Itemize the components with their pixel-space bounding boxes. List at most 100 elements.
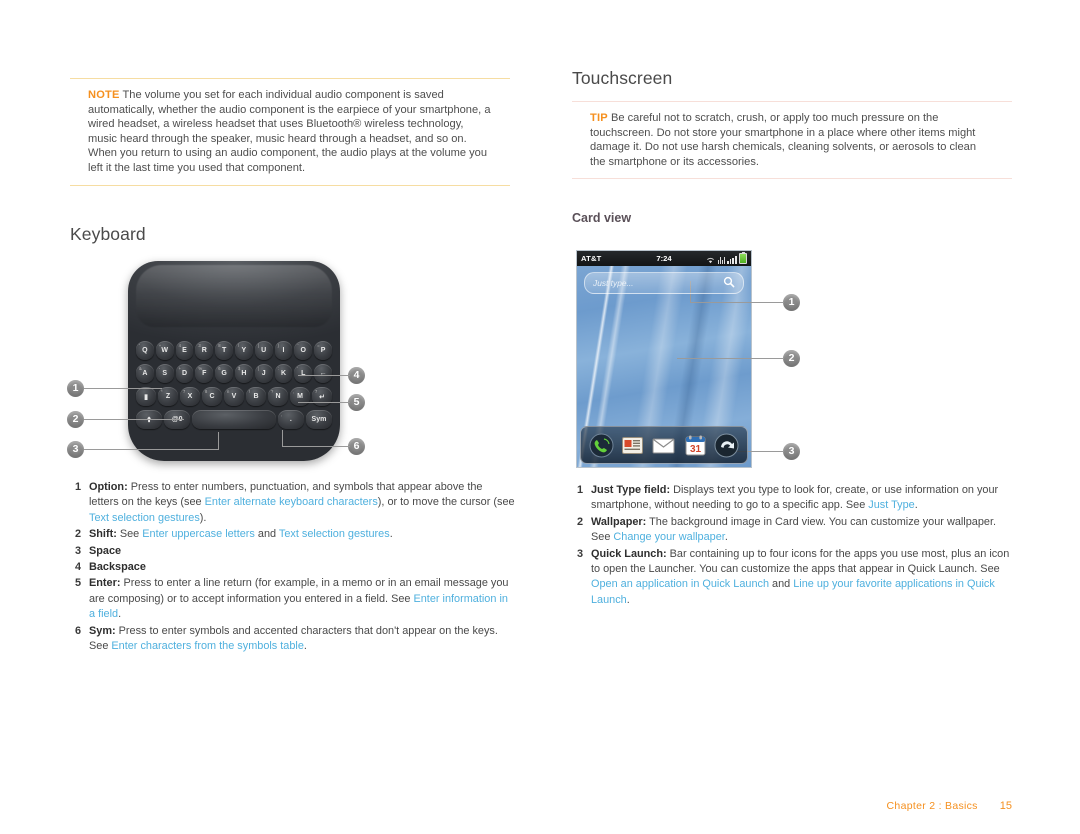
legend-item-text: Option: Press to enter numbers, punctuat… bbox=[89, 480, 515, 526]
email-icon[interactable] bbox=[651, 433, 676, 458]
cross-reference-link[interactable]: Text selection gestures bbox=[279, 528, 390, 540]
calendar-icon[interactable]: 31 bbox=[683, 433, 708, 458]
section-title-touchscreen: Touchscreen bbox=[572, 68, 673, 88]
key-label: N bbox=[275, 393, 281, 400]
legend-item-body: ), or to move the cursor (see bbox=[377, 496, 515, 509]
keyboard-key: 8T bbox=[215, 341, 233, 360]
key-alt-label: 7 bbox=[315, 388, 318, 394]
key-label: U bbox=[261, 347, 267, 354]
legend-item-text: Space bbox=[89, 544, 515, 559]
cross-reference-link[interactable]: Open an application in Quick Launch bbox=[591, 578, 769, 590]
callout-leader-1 bbox=[84, 388, 162, 389]
status-icons bbox=[706, 251, 747, 264]
subheading-card-view: Card view bbox=[572, 211, 632, 225]
legend-item-number: 3 bbox=[75, 544, 82, 557]
footer-page-number: 15 bbox=[999, 800, 1012, 812]
callout-leader-5 bbox=[298, 402, 350, 403]
callout-badge-phone-2: 2 bbox=[783, 350, 800, 367]
callout-badge-phone-3: 3 bbox=[783, 443, 800, 460]
key-alt-label: ! bbox=[249, 388, 251, 394]
cross-reference-link[interactable]: Change your wallpaper bbox=[613, 531, 724, 543]
callout-badge-5: 5 bbox=[348, 394, 365, 411]
key-label: ▮ bbox=[144, 393, 148, 401]
cross-reference-link[interactable]: Just Type bbox=[868, 499, 914, 511]
legend-item-term: Enter: bbox=[89, 577, 121, 590]
callout-leader-6-stem bbox=[282, 430, 283, 447]
key-alt-label: 8 bbox=[218, 342, 221, 348]
callout-leader-2 bbox=[84, 419, 184, 420]
legend-item: 2 Shift: See Enter uppercase letters and … bbox=[75, 527, 515, 542]
keyboard-key: % F bbox=[195, 364, 214, 383]
key-alt-label: : bbox=[277, 365, 279, 371]
cross-reference-link[interactable]: Text selection gestures bbox=[89, 512, 200, 524]
page-title-keyboard: Keyboard bbox=[70, 224, 146, 244]
keyboard-key: Sym bbox=[305, 410, 332, 429]
key-label: D bbox=[181, 370, 188, 377]
keyboard-key: ? N bbox=[268, 387, 288, 406]
just-type-field[interactable]: Just type... bbox=[584, 272, 744, 294]
legend-item: 1 Option: Press to enter numbers, punctua… bbox=[75, 480, 515, 526]
cross-reference-link[interactable]: Enter alternate keyboard characters bbox=[205, 496, 378, 508]
legend-item-term: Backspace bbox=[89, 561, 146, 574]
key-label: T bbox=[221, 347, 227, 354]
phone-screen: AT&T 7:24 Just type... 31 bbox=[576, 250, 752, 468]
legend-item: 2 Wallpaper: The background image in Card… bbox=[577, 515, 1017, 546]
key-label: M bbox=[297, 393, 303, 400]
keyboard-key: 4E bbox=[175, 341, 194, 360]
key-label: H bbox=[241, 370, 247, 377]
key-alt-label: ' bbox=[139, 342, 140, 348]
note-bottom-rule bbox=[70, 184, 510, 186]
keyboard-key: ,M bbox=[290, 387, 310, 406]
keyboard-legend-list: 1 Option: Press to enter numbers, punctua… bbox=[75, 480, 515, 655]
key-label: G bbox=[221, 370, 227, 377]
legend-item: 1 Just Type field: Displays text you type… bbox=[577, 483, 1017, 514]
keyboard-key: * Z bbox=[158, 387, 178, 406]
legend-item: 5 Enter: Press to enter a line return (fo… bbox=[75, 576, 515, 622]
tip-body: TIP Be careful not to scratch, crush, or… bbox=[572, 102, 1012, 178]
legend-item-number: 1 bbox=[75, 481, 82, 493]
launcher-icon[interactable] bbox=[714, 433, 739, 458]
keyboard-key: = P bbox=[314, 341, 332, 360]
callout-badge-4: 4 bbox=[348, 367, 365, 384]
magnifier-icon[interactable] bbox=[723, 276, 735, 291]
cross-reference-link[interactable]: Enter uppercase letters bbox=[142, 528, 255, 540]
keyboard-key: 6G bbox=[215, 364, 233, 383]
contacts-icon[interactable] bbox=[620, 433, 645, 458]
keyboard-key: ▮ bbox=[136, 387, 156, 406]
key-alt-label: / bbox=[237, 342, 240, 348]
phone-upper-shell bbox=[136, 265, 332, 327]
key-alt-label: * bbox=[161, 388, 163, 394]
page-footer: Chapter 2 : Basics 15 bbox=[887, 800, 1012, 812]
legend-item-number: 4 bbox=[75, 561, 82, 574]
legend-item: 3 Quick Launch: Bar containing up to four… bbox=[577, 547, 1017, 609]
keyboard-key bbox=[192, 410, 276, 429]
key-alt-label: % bbox=[198, 365, 203, 371]
tip-label: TIP bbox=[590, 112, 608, 124]
callout-badge-6: 6 bbox=[348, 438, 365, 455]
legend-item-body: See bbox=[116, 528, 143, 541]
keyboard-row-2: & A - S + D% F 6 G $ H | J: K ' L ← bbox=[136, 364, 332, 384]
cross-reference-link[interactable]: Enter characters from the symbols table bbox=[111, 640, 303, 652]
legend-item-term: Just Type field: bbox=[591, 484, 671, 496]
legend-item-number: 1 bbox=[577, 484, 584, 496]
key-label: . bbox=[289, 416, 292, 423]
legend-item-number: 3 bbox=[577, 547, 584, 560]
legend-item-text: Sym: Press to enter symbols and accented… bbox=[89, 624, 515, 655]
legend-item-text: Shift: See Enter uppercase letters and T… bbox=[89, 527, 515, 542]
keyboard-key: + W bbox=[155, 341, 174, 360]
callout-leader-3 bbox=[84, 449, 219, 450]
keyboard-row-4: ⬆@0,.Sym bbox=[136, 410, 332, 430]
document-page: NOTE The volume you set for each individ… bbox=[0, 0, 1080, 834]
battery-icon bbox=[739, 251, 747, 264]
just-type-placeholder: Just type... bbox=[593, 278, 634, 288]
card-view-illustration: AT&T 7:24 Just type... 31 bbox=[576, 250, 752, 468]
note-text: The volume you set for each individual a… bbox=[88, 89, 491, 174]
key-label: P bbox=[320, 347, 326, 354]
key-alt-label: = bbox=[317, 342, 320, 348]
key-alt-label: , bbox=[293, 388, 295, 394]
keyboard-row-1: ' Q + W 4 E 3 R 8 T / Y(U) I ¨ O = P bbox=[136, 341, 332, 361]
phone-icon[interactable] bbox=[589, 433, 614, 458]
keyboard-key: & A bbox=[136, 364, 154, 383]
legend-item-term: Wallpaper: bbox=[591, 515, 647, 528]
key-alt-label: 8 bbox=[205, 388, 208, 394]
